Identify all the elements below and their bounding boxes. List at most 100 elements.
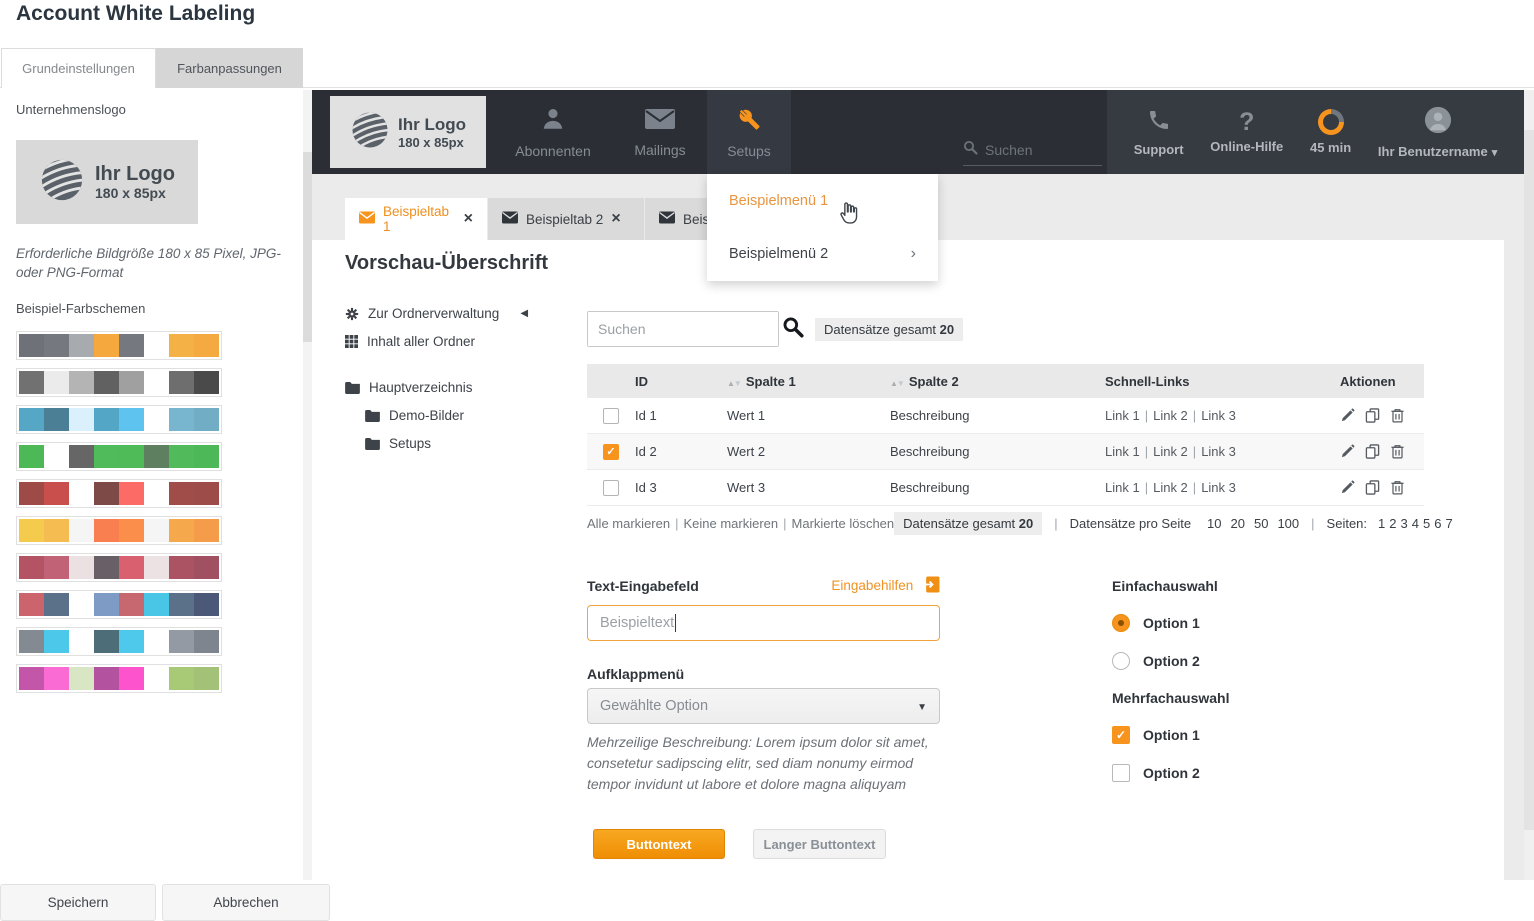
page-number[interactable]: 1: [1378, 516, 1385, 531]
quick-link[interactable]: Link 1: [1105, 444, 1140, 459]
sort-icons[interactable]: [727, 379, 741, 388]
cancel-button[interactable]: Abbrechen: [162, 884, 330, 921]
list-search-input[interactable]: [588, 312, 778, 346]
page-number[interactable]: 6: [1434, 516, 1441, 531]
checkbox-icon[interactable]: [1112, 726, 1130, 744]
page-number[interactable]: 5: [1423, 516, 1430, 531]
delete-selected-link[interactable]: Markierte löschen: [792, 516, 895, 531]
scrollbar-thumb[interactable]: [1524, 130, 1534, 830]
select-none-link[interactable]: Keine markieren: [683, 516, 778, 531]
folder-icon: [365, 410, 380, 422]
search-icon[interactable]: [782, 316, 804, 343]
quick-link[interactable]: Link 2: [1153, 408, 1188, 423]
radio-option-1[interactable]: Option 1: [1112, 614, 1200, 632]
color-swatch: [144, 371, 169, 394]
edit-icon[interactable]: [1340, 480, 1355, 495]
color-scheme-row[interactable]: [16, 664, 222, 693]
tree-item-inhalt-aller-ordner[interactable]: Inhalt aller Ordner: [345, 334, 475, 349]
color-scheme-row[interactable]: [16, 590, 222, 619]
trash-icon[interactable]: [1390, 408, 1405, 423]
page-number[interactable]: 2: [1389, 516, 1396, 531]
quick-link[interactable]: Link 1: [1105, 480, 1140, 495]
page-number[interactable]: 7: [1445, 516, 1452, 531]
color-scheme-row[interactable]: [16, 442, 222, 471]
header-spalte-2[interactable]: Spalte 2: [890, 374, 1105, 389]
preview-tab-2[interactable]: Beispieltab 2: [488, 198, 644, 240]
page-number[interactable]: 4: [1412, 516, 1419, 531]
company-logo-preview[interactable]: Ihr Logo 180 x 85px: [16, 140, 198, 224]
menu-item-beispielmenu-2[interactable]: Beispielmenü 2: [707, 227, 938, 280]
row-checkbox[interactable]: [603, 444, 619, 460]
page-number[interactable]: 3: [1401, 516, 1408, 531]
quick-link[interactable]: Link 2: [1153, 444, 1188, 459]
close-icon[interactable]: [464, 210, 473, 228]
dropdown-select[interactable]: Gewählte Option: [587, 688, 940, 724]
quick-link[interactable]: Link 3: [1201, 408, 1236, 423]
color-scheme-row[interactable]: [16, 553, 222, 582]
close-icon[interactable]: [611, 210, 620, 228]
color-scheme-row[interactable]: [16, 331, 222, 360]
user-menu[interactable]: Ihr Benutzername: [1378, 106, 1497, 159]
radio-icon[interactable]: [1112, 614, 1130, 632]
edit-icon[interactable]: [1340, 408, 1355, 423]
row-checkbox[interactable]: [603, 480, 619, 496]
save-button[interactable]: Speichern: [0, 884, 156, 921]
per-page-option[interactable]: 10: [1207, 516, 1221, 531]
copy-icon[interactable]: [1365, 408, 1380, 423]
color-scheme-row[interactable]: [16, 627, 222, 656]
text-input-field[interactable]: Beispieltext: [587, 605, 940, 641]
trash-icon[interactable]: [1390, 480, 1405, 495]
tab-farbanpassungen[interactable]: Farbanpassungen: [156, 48, 303, 88]
tree-item-setups[interactable]: Setups: [365, 436, 431, 451]
topbar-search[interactable]: [963, 140, 1102, 166]
topbar-search-input[interactable]: [985, 142, 1085, 158]
checkbox-option-2[interactable]: Option 2: [1112, 764, 1200, 782]
time-item[interactable]: 45 min: [1310, 109, 1351, 155]
copy-icon[interactable]: [1365, 444, 1380, 459]
tab-grundeinstellungen[interactable]: Grundeinstellungen: [1, 48, 156, 88]
quick-link[interactable]: Link 1: [1105, 408, 1140, 423]
insert-page-icon[interactable]: [923, 576, 940, 596]
preview-tab-1[interactable]: Beispieltab 1: [345, 198, 487, 240]
tree-item-hauptverzeichnis[interactable]: Hauptverzeichnis: [345, 380, 473, 395]
nav-item-setups[interactable]: Setups: [707, 90, 791, 174]
quick-link[interactable]: Link 2: [1153, 480, 1188, 495]
preview-logo[interactable]: Ihr Logo 180 x 85px: [330, 96, 486, 168]
primary-button[interactable]: Buttontext: [593, 829, 725, 859]
row-checkbox[interactable]: [603, 408, 619, 424]
trash-icon[interactable]: [1390, 444, 1405, 459]
copy-icon[interactable]: [1365, 480, 1380, 495]
color-scheme-row[interactable]: [16, 516, 222, 545]
tree-item-demo-bilder[interactable]: Demo-Bilder: [365, 408, 464, 423]
per-page-option[interactable]: 50: [1254, 516, 1268, 531]
list-search-field[interactable]: [587, 311, 779, 347]
menu-item-beispielmenu-1[interactable]: Beispielmenü 1: [707, 174, 938, 227]
color-scheme-row[interactable]: [16, 479, 222, 508]
nav-item-abonnenten[interactable]: Abonnenten: [508, 90, 598, 174]
option-label: Option 1: [1143, 727, 1200, 743]
radio-icon[interactable]: [1112, 652, 1130, 670]
per-page-option[interactable]: 100: [1277, 516, 1299, 531]
header-spalte-1[interactable]: Spalte 1: [727, 374, 890, 389]
cell-spalte-2: Beschreibung: [890, 408, 1105, 423]
quick-link[interactable]: Link 3: [1201, 480, 1236, 495]
nav-item-mailings[interactable]: Mailings: [615, 90, 705, 174]
sort-icons[interactable]: [890, 379, 904, 388]
support-item[interactable]: Support: [1134, 108, 1184, 157]
color-scheme-row[interactable]: [16, 368, 222, 397]
select-all-link[interactable]: Alle markieren: [587, 516, 670, 531]
page-scrollbar[interactable]: [1524, 90, 1534, 880]
cell-schnell-links: Link 1|Link 2|Link 3: [1105, 408, 1340, 423]
color-scheme-row[interactable]: [16, 405, 222, 434]
edit-icon[interactable]: [1340, 444, 1355, 459]
per-page-option[interactable]: 20: [1231, 516, 1245, 531]
checkbox-icon[interactable]: [1112, 764, 1130, 782]
quick-link[interactable]: Link 3: [1201, 444, 1236, 459]
eingabehilfen-link[interactable]: Eingabehilfen: [831, 578, 913, 593]
checkbox-option-1[interactable]: Option 1: [1112, 726, 1200, 744]
phone-icon: [1147, 108, 1171, 137]
help-item[interactable]: Online-Hilfe: [1210, 110, 1283, 154]
secondary-button[interactable]: Langer Buttontext: [753, 829, 886, 859]
tree-item-ordnerverwaltung[interactable]: Zur Ordnerverwaltung: [345, 306, 528, 321]
radio-option-2[interactable]: Option 2: [1112, 652, 1200, 670]
